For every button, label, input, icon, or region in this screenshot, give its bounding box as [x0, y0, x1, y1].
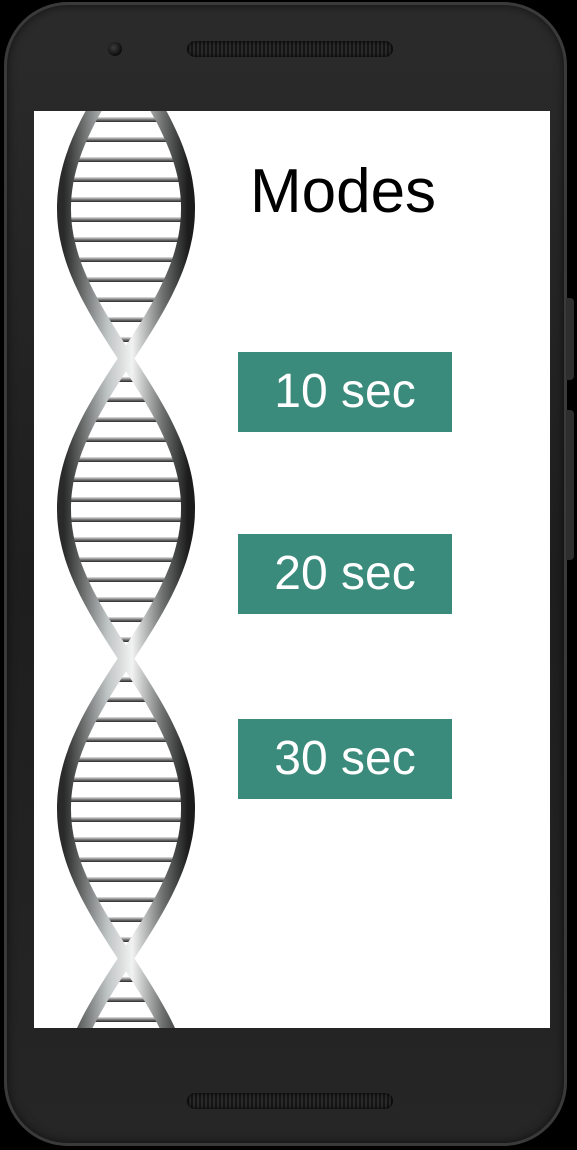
dna-rung — [67, 537, 185, 542]
dna-rung — [80, 577, 172, 582]
dna-rung — [72, 757, 180, 762]
dna-rung — [89, 717, 163, 722]
dna-rung — [64, 197, 188, 202]
dna-rung — [64, 817, 188, 822]
dna-rung — [89, 897, 163, 902]
dna-rung — [79, 737, 173, 742]
dna-rung — [89, 1017, 163, 1022]
mode-30-sec-button[interactable]: 30 sec — [238, 719, 452, 799]
dna-rung — [67, 837, 185, 842]
volume-button — [566, 410, 574, 560]
dna-rung — [80, 877, 172, 882]
dna-rung — [67, 237, 185, 242]
dna-rung — [79, 437, 173, 442]
dna-helix-image — [57, 111, 195, 1028]
dna-rung — [64, 497, 188, 502]
dna-rung — [80, 277, 172, 282]
dna-rung — [66, 477, 185, 482]
dna-rung — [64, 797, 188, 802]
dna-rung — [72, 857, 180, 862]
dna-rung — [89, 297, 163, 302]
dna-rung — [66, 177, 185, 182]
earpiece-speaker — [187, 41, 393, 57]
dna-rung — [72, 157, 180, 162]
app-screen: Modes 10 sec 20 sec 30 sec — [34, 111, 550, 1028]
dna-rung — [89, 117, 163, 122]
bottom-speaker — [187, 1093, 393, 1109]
dna-rung — [64, 217, 188, 222]
phone-frame: Modes 10 sec 20 sec 30 sec — [4, 2, 567, 1146]
dna-rung — [66, 777, 185, 782]
mode-10-sec-button[interactable]: 10 sec — [238, 352, 452, 432]
dna-rung — [89, 417, 163, 422]
power-button — [566, 298, 574, 380]
dna-rung — [79, 137, 173, 142]
front-camera-icon — [108, 42, 122, 56]
page-title: Modes — [249, 157, 437, 226]
dna-rung — [72, 257, 180, 262]
dna-rung — [64, 517, 188, 522]
dna-rung — [89, 597, 163, 602]
dna-rung — [72, 557, 180, 562]
mode-20-sec-button[interactable]: 20 sec — [238, 534, 452, 614]
dna-rung — [72, 457, 180, 462]
